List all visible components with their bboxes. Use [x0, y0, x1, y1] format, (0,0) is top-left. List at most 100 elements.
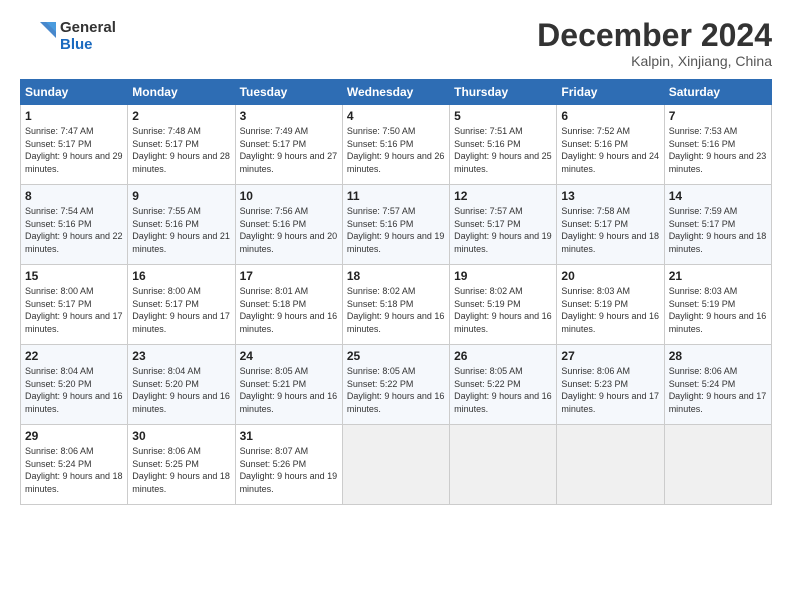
calendar-cell: 18Sunrise: 8:02 AMSunset: 5:18 PMDayligh… [342, 265, 449, 345]
cell-info: Sunrise: 7:50 AMSunset: 5:16 PMDaylight:… [347, 125, 445, 175]
cell-info: Sunrise: 8:06 AMSunset: 5:24 PMDaylight:… [25, 445, 123, 495]
day-number: 26 [454, 349, 552, 363]
cell-info: Sunrise: 7:51 AMSunset: 5:16 PMDaylight:… [454, 125, 552, 175]
calendar-cell [664, 425, 771, 505]
cell-info: Sunrise: 8:05 AMSunset: 5:21 PMDaylight:… [240, 365, 338, 415]
calendar-cell: 11 Sunrise: 7:57 AMSunset: 5:16 PMDayligh… [342, 185, 449, 265]
cell-info: Sunrise: 8:06 AMSunset: 5:25 PMDaylight:… [132, 445, 230, 495]
day-number: 19 [454, 269, 552, 283]
day-number: 23 [132, 349, 230, 363]
calendar-cell: 6 Sunrise: 7:52 AMSunset: 5:16 PMDaylight… [557, 105, 664, 185]
day-number: 13 [561, 189, 659, 203]
calendar-week-3: 15Sunrise: 8:00 AMSunset: 5:17 PMDayligh… [21, 265, 772, 345]
calendar-cell: 15Sunrise: 8:00 AMSunset: 5:17 PMDayligh… [21, 265, 128, 345]
cell-info: Sunrise: 8:03 AMSunset: 5:19 PMDaylight:… [669, 285, 767, 335]
location-subtitle: Kalpin, Xinjiang, China [537, 53, 772, 69]
day-number: 29 [25, 429, 123, 443]
calendar-cell: 26 Sunrise: 8:05 AMSunset: 5:22 PMDayligh… [450, 345, 557, 425]
calendar-cell: 13 Sunrise: 7:58 AMSunset: 5:17 PMDayligh… [557, 185, 664, 265]
calendar-week-5: 29 Sunrise: 8:06 AMSunset: 5:24 PMDayligh… [21, 425, 772, 505]
cell-info: Sunrise: 8:04 AMSunset: 5:20 PMDaylight:… [132, 365, 230, 415]
calendar-week-2: 8 Sunrise: 7:54 AMSunset: 5:16 PMDaylight… [21, 185, 772, 265]
calendar-cell: 30Sunrise: 8:06 AMSunset: 5:25 PMDayligh… [128, 425, 235, 505]
cell-info: Sunrise: 7:53 AMSunset: 5:16 PMDaylight:… [669, 125, 767, 175]
calendar-week-1: 1 Sunrise: 7:47 AMSunset: 5:17 PMDaylight… [21, 105, 772, 185]
day-number: 14 [669, 189, 767, 203]
col-tuesday: Tuesday [235, 80, 342, 105]
calendar-cell: 14Sunrise: 7:59 AMSunset: 5:17 PMDayligh… [664, 185, 771, 265]
cell-info: Sunrise: 7:47 AMSunset: 5:17 PMDaylight:… [25, 125, 123, 175]
calendar-cell: 31Sunrise: 8:07 AMSunset: 5:26 PMDayligh… [235, 425, 342, 505]
calendar-cell: 17 Sunrise: 8:01 AMSunset: 5:18 PMDayligh… [235, 265, 342, 345]
cell-info: Sunrise: 8:03 AMSunset: 5:19 PMDaylight:… [561, 285, 659, 335]
day-number: 2 [132, 109, 230, 123]
cell-info: Sunrise: 7:54 AMSunset: 5:16 PMDaylight:… [25, 205, 123, 255]
cell-info: Sunrise: 8:00 AMSunset: 5:17 PMDaylight:… [132, 285, 230, 335]
col-monday: Monday [128, 80, 235, 105]
calendar-table: Sunday Monday Tuesday Wednesday Thursday… [20, 79, 772, 505]
cell-info: Sunrise: 7:57 AMSunset: 5:16 PMDaylight:… [347, 205, 445, 255]
calendar-cell: 27 Sunrise: 8:06 AMSunset: 5:23 PMDayligh… [557, 345, 664, 425]
day-number: 17 [240, 269, 338, 283]
calendar-cell: 3Sunrise: 7:49 AMSunset: 5:17 PMDaylight… [235, 105, 342, 185]
calendar-cell: 21 Sunrise: 8:03 AMSunset: 5:19 PMDayligh… [664, 265, 771, 345]
day-number: 6 [561, 109, 659, 123]
calendar-cell: 12 Sunrise: 7:57 AMSunset: 5:17 PMDayligh… [450, 185, 557, 265]
day-number: 12 [454, 189, 552, 203]
calendar-cell: 29 Sunrise: 8:06 AMSunset: 5:24 PMDayligh… [21, 425, 128, 505]
day-number: 9 [132, 189, 230, 203]
col-thursday: Thursday [450, 80, 557, 105]
col-wednesday: Wednesday [342, 80, 449, 105]
cell-info: Sunrise: 8:06 AMSunset: 5:24 PMDaylight:… [669, 365, 767, 415]
calendar-cell: 23 Sunrise: 8:04 AMSunset: 5:20 PMDayligh… [128, 345, 235, 425]
col-friday: Friday [557, 80, 664, 105]
calendar-cell: 9 Sunrise: 7:55 AMSunset: 5:16 PMDaylight… [128, 185, 235, 265]
calendar-cell: 4Sunrise: 7:50 AMSunset: 5:16 PMDaylight… [342, 105, 449, 185]
cell-info: Sunrise: 8:00 AMSunset: 5:17 PMDaylight:… [25, 285, 123, 335]
calendar-cell: 24 Sunrise: 8:05 AMSunset: 5:21 PMDayligh… [235, 345, 342, 425]
calendar-cell: 10 Sunrise: 7:56 AMSunset: 5:16 PMDayligh… [235, 185, 342, 265]
cell-info: Sunrise: 7:58 AMSunset: 5:17 PMDaylight:… [561, 205, 659, 255]
cell-info: Sunrise: 7:52 AMSunset: 5:16 PMDaylight:… [561, 125, 659, 175]
day-number: 28 [669, 349, 767, 363]
day-number: 11 [347, 189, 445, 203]
calendar-cell: 7 Sunrise: 7:53 AMSunset: 5:16 PMDaylight… [664, 105, 771, 185]
day-number: 25 [347, 349, 445, 363]
calendar-week-4: 22 Sunrise: 8:04 AMSunset: 5:20 PMDayligh… [21, 345, 772, 425]
calendar-cell [450, 425, 557, 505]
cell-info: Sunrise: 7:57 AMSunset: 5:17 PMDaylight:… [454, 205, 552, 255]
day-number: 18 [347, 269, 445, 283]
day-number: 24 [240, 349, 338, 363]
calendar-cell: 25 Sunrise: 8:05 AMSunset: 5:22 PMDayligh… [342, 345, 449, 425]
cell-info: Sunrise: 7:56 AMSunset: 5:16 PMDaylight:… [240, 205, 338, 255]
calendar-cell: 8 Sunrise: 7:54 AMSunset: 5:16 PMDaylight… [21, 185, 128, 265]
day-number: 8 [25, 189, 123, 203]
calendar-cell: 19Sunrise: 8:02 AMSunset: 5:19 PMDayligh… [450, 265, 557, 345]
calendar-cell: 16 Sunrise: 8:00 AMSunset: 5:17 PMDayligh… [128, 265, 235, 345]
cell-info: Sunrise: 8:05 AMSunset: 5:22 PMDaylight:… [347, 365, 445, 415]
day-number: 16 [132, 269, 230, 283]
day-number: 1 [25, 109, 123, 123]
calendar-cell: 20Sunrise: 8:03 AMSunset: 5:19 PMDayligh… [557, 265, 664, 345]
day-number: 21 [669, 269, 767, 283]
calendar-cell: 22 Sunrise: 8:04 AMSunset: 5:20 PMDayligh… [21, 345, 128, 425]
day-number: 10 [240, 189, 338, 203]
day-number: 27 [561, 349, 659, 363]
page-header: General Blue December 2024 Kalpin, Xinji… [20, 18, 772, 69]
cell-info: Sunrise: 8:05 AMSunset: 5:22 PMDaylight:… [454, 365, 552, 415]
calendar-cell: 2 Sunrise: 7:48 AMSunset: 5:17 PMDaylight… [128, 105, 235, 185]
logo: General Blue [20, 18, 116, 54]
day-number: 22 [25, 349, 123, 363]
title-area: December 2024 Kalpin, Xinjiang, China [537, 18, 772, 69]
day-number: 7 [669, 109, 767, 123]
calendar-cell [342, 425, 449, 505]
cell-info: Sunrise: 8:06 AMSunset: 5:23 PMDaylight:… [561, 365, 659, 415]
cell-info: Sunrise: 8:01 AMSunset: 5:18 PMDaylight:… [240, 285, 338, 335]
calendar-cell: 28 Sunrise: 8:06 AMSunset: 5:24 PMDayligh… [664, 345, 771, 425]
day-number: 5 [454, 109, 552, 123]
col-saturday: Saturday [664, 80, 771, 105]
cell-info: Sunrise: 8:04 AMSunset: 5:20 PMDaylight:… [25, 365, 123, 415]
cell-info: Sunrise: 8:07 AMSunset: 5:26 PMDaylight:… [240, 445, 338, 495]
cell-info: Sunrise: 7:55 AMSunset: 5:16 PMDaylight:… [132, 205, 230, 255]
cell-info: Sunrise: 7:48 AMSunset: 5:17 PMDaylight:… [132, 125, 230, 175]
